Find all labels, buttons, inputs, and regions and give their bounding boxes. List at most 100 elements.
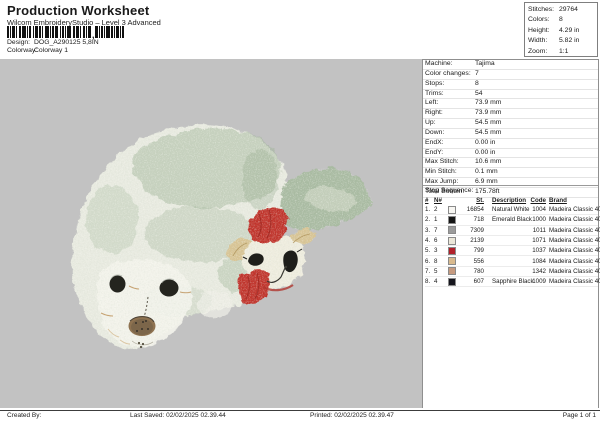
stop-stitches: 780	[458, 268, 484, 275]
info-value: 0.1 mm	[475, 168, 498, 177]
machine-info-row: Trims:54	[423, 90, 598, 100]
machine-info-row: Up:54.5 mm	[423, 119, 598, 129]
design-row: Design: DOG_A290125 5,8IN	[7, 39, 99, 46]
stop-code: 1009	[530, 278, 546, 285]
info-label: Stops:	[425, 80, 475, 89]
machine-info-row: EndX:0.00 in	[423, 139, 598, 149]
machine-info-row: Stops:8	[423, 80, 598, 90]
machine-info-row: Min Stitch:0.1 mm	[423, 168, 598, 178]
stop-stitches: 799	[458, 247, 484, 254]
info-label: Left:	[425, 99, 475, 108]
embroidery-design	[0, 59, 422, 408]
stop-description: Sapphire Black	[492, 278, 530, 285]
stop-brand: Madeira Classic 40	[549, 206, 600, 213]
machine-info-list: Machine:Tajima Color changes:7 Stops:8 T…	[423, 60, 598, 198]
stop-num: 8.	[425, 278, 434, 285]
info-label: Up:	[425, 119, 475, 128]
stat-width: Width:5.82 in	[525, 36, 597, 46]
info-value: 54	[475, 90, 483, 99]
stop-row: 5.3 799 1037 Madeira Classic 40	[425, 246, 598, 256]
stop-row: 3.7 7309 1011 Madeira Classic 40	[425, 226, 598, 236]
col-brand: Brand	[549, 197, 598, 204]
stat-value: 5.82 in	[559, 36, 579, 46]
stat-colors: Colors:8	[525, 15, 597, 25]
stat-value: 4.29 in	[559, 26, 579, 36]
stop-row: 2.1 718 Emerald Black 1000 Madeira Class…	[425, 215, 598, 225]
stop-code: 1037	[530, 247, 546, 254]
stop-num: 4.	[425, 237, 434, 244]
stop-stitches: 607	[458, 278, 484, 285]
stop-needle: 8	[434, 258, 446, 265]
stat-zoom: Zoom:1:1	[525, 47, 597, 57]
stop-num: 6.	[425, 258, 434, 265]
stat-stitches: Stitches:29764	[525, 5, 597, 15]
stop-brand: Madeira Classic 40	[549, 278, 600, 285]
footer-page-number: Page 1 of 1	[563, 412, 596, 419]
stat-value: 29764	[559, 5, 578, 15]
design-stats-box: Stitches:29764 Colors:8 Height:4.29 in W…	[524, 2, 598, 57]
design-value: DOG_A290125 5,8IN	[34, 39, 99, 46]
design-barcode	[7, 26, 131, 39]
stop-stitches: 7309	[458, 227, 484, 234]
stop-code: 1342	[530, 268, 546, 275]
thread-color-chip	[448, 267, 456, 275]
stat-label: Colors:	[528, 15, 559, 25]
thread-color-chip	[448, 278, 456, 286]
machine-info-row: Right:73.9 mm	[423, 109, 598, 119]
info-value: 54.5 mm	[475, 119, 501, 128]
colorway-value: Colorway 1	[34, 47, 68, 54]
colorway-row: Colorway: Colorway 1	[7, 47, 68, 54]
info-value: 73.9 mm	[475, 99, 501, 108]
info-value: 0.00 in	[475, 149, 495, 158]
stat-value: 1:1	[559, 47, 568, 57]
stop-needle: 3	[434, 247, 446, 254]
info-value: 7	[475, 70, 479, 79]
stop-row: 6.8 556 1084 Madeira Classic 40	[425, 256, 598, 266]
stop-needle: 2	[434, 206, 446, 213]
stat-height: Height:4.29 in	[525, 26, 597, 36]
stop-row: 1.2 16854 Natural White 1004 Madeira Cla…	[425, 205, 598, 215]
info-label: Machine:	[425, 60, 475, 69]
info-label: Trims:	[425, 90, 475, 99]
stop-needle: 6	[434, 237, 446, 244]
design-info-panel: Machine:Tajima Color changes:7 Stops:8 T…	[422, 59, 599, 408]
info-label: EndX:	[425, 139, 475, 148]
stop-code: 1004	[530, 206, 546, 213]
stop-code: 1071	[530, 237, 546, 244]
info-label: Max Stitch:	[425, 158, 475, 167]
stop-description: Natural White	[492, 206, 530, 213]
stop-num: 7.	[425, 268, 434, 275]
stop-stitches: 556	[458, 258, 484, 265]
col-description: Description	[492, 197, 530, 204]
design-label: Design:	[7, 39, 34, 46]
col-needle: N#	[434, 197, 446, 204]
thread-color-chip	[448, 206, 456, 214]
info-value: 73.9 mm	[475, 109, 501, 118]
stop-code: 1084	[530, 258, 546, 265]
stop-description: Emerald Black	[492, 216, 530, 223]
info-label: Down:	[425, 129, 475, 138]
stop-needle: 7	[434, 227, 446, 234]
colorway-label: Colorway:	[7, 47, 34, 54]
stop-needle: 5	[434, 268, 446, 275]
machine-info-row: EndY:0.00 in	[423, 149, 598, 159]
info-value: 0.00 in	[475, 139, 495, 148]
stop-code: 1000	[530, 216, 546, 223]
stat-label: Width:	[528, 36, 559, 46]
thread-color-chip	[448, 257, 456, 265]
machine-info-row: Left:73.9 mm	[423, 99, 598, 109]
info-value: 54.5 mm	[475, 129, 501, 138]
stop-brand: Madeira Classic 40	[549, 237, 600, 244]
stop-brand: Madeira Classic 40	[549, 268, 600, 275]
stat-value: 8	[559, 15, 563, 25]
stat-label: Stitches:	[528, 5, 559, 15]
stat-label: Zoom:	[528, 47, 559, 57]
machine-info-row: Machine:Tajima	[423, 60, 598, 70]
info-label: Min Stitch:	[425, 168, 475, 177]
design-canvas	[0, 59, 422, 408]
stop-num: 5.	[425, 247, 434, 254]
machine-info-row: Down:54.5 mm	[423, 129, 598, 139]
stop-brand: Madeira Classic 40	[549, 247, 600, 254]
stop-code: 1011	[530, 227, 546, 234]
stop-brand: Madeira Classic 40	[549, 227, 600, 234]
